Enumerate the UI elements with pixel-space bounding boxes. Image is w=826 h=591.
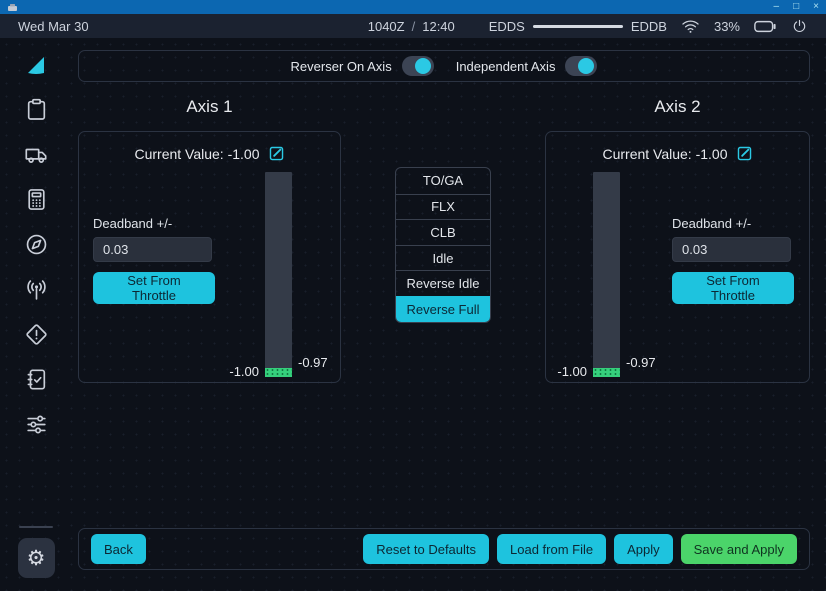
clock-separator: /: [412, 19, 416, 34]
detent-flx[interactable]: FLX: [396, 194, 490, 220]
app-icon: [7, 3, 18, 12]
sidebar-item-failures[interactable]: [18, 322, 54, 347]
axis2-current-value-label: Current Value: -1.00: [602, 146, 727, 162]
axis2-bar-high-label: -0.97: [626, 355, 656, 370]
axis1-panel: Current Value: -1.00 Deadband +/- Set Fr…: [78, 131, 341, 383]
radio-antenna-icon: [24, 277, 49, 302]
utc-time: 1040Z: [368, 19, 405, 34]
statusbar-date: Wed Mar 30: [18, 19, 89, 34]
axis2-bar-low-label: -1.00: [557, 364, 587, 379]
axis1-title: Axis 1: [78, 82, 341, 131]
maximize-button[interactable]: □: [793, 0, 799, 14]
brand-logo-icon: [24, 53, 48, 77]
apply-button[interactable]: Apply: [614, 534, 673, 564]
axis1-deadband-label: Deadband +/-: [93, 216, 215, 231]
axis1-current-value-label: Current Value: -1.00: [134, 146, 259, 162]
reverser-on-axis-toggle[interactable]: [402, 56, 434, 76]
route-destination: EDDB: [631, 19, 667, 34]
axis2-deadband-label: Deadband +/-: [672, 216, 794, 231]
axis2-title: Axis 2: [545, 82, 810, 131]
flight-route: EDDS EDDB: [489, 19, 667, 34]
axis2-value-bar: -1.00 -0.97: [593, 172, 620, 377]
axis2-current-value: -1.00: [696, 146, 728, 162]
wifi-icon: [681, 18, 700, 34]
independent-axis-group: Independent Axis: [456, 56, 598, 76]
load-from-file-button[interactable]: Load from File: [497, 534, 606, 564]
reset-to-defaults-button[interactable]: Reset to Defaults: [363, 534, 489, 564]
detent-toga[interactable]: TO/GA: [396, 168, 490, 194]
statusbar-clock: 1040Z / 12:40: [368, 19, 455, 34]
save-and-apply-button[interactable]: Save and Apply: [681, 534, 797, 564]
statusbar: Wed Mar 30 1040Z / 12:40 EDDS EDDB 33%: [0, 14, 826, 38]
gear-icon: ⚙: [27, 548, 46, 569]
axis1-bar-high-label: -0.97: [298, 355, 328, 370]
detent-list: TO/GA FLX CLB Idle Reverse Idle Reverse …: [395, 167, 491, 323]
axis1-value-bar: -1.00 -0.97: [265, 172, 292, 377]
alert-diamond-icon: [24, 322, 49, 347]
route-origin: EDDS: [489, 19, 525, 34]
close-button[interactable]: ×: [813, 0, 819, 14]
toggle-knob: [578, 58, 594, 74]
independent-axis-label: Independent Axis: [456, 59, 556, 74]
axis2-deadband-input[interactable]: [672, 237, 791, 262]
back-button[interactable]: Back: [91, 534, 146, 564]
local-time: 12:40: [422, 19, 455, 34]
axis1-deadband-zone: [265, 368, 292, 377]
fuel-truck-icon: [24, 142, 49, 167]
detent-reverse-idle[interactable]: Reverse Idle: [396, 270, 490, 296]
flight-progress-line: [533, 25, 623, 28]
reverser-on-axis-group: Reverser On Axis: [291, 56, 434, 76]
sidebar-item-settings-axes[interactable]: [18, 412, 54, 437]
edit-icon[interactable]: [736, 145, 753, 162]
detent-clb[interactable]: CLB: [396, 219, 490, 245]
settings-button[interactable]: ⚙: [18, 538, 55, 578]
battery-icon: [754, 20, 777, 33]
minimize-button[interactable]: –: [774, 0, 780, 14]
sidebar-divider: [19, 526, 53, 528]
toggle-knob: [415, 58, 431, 74]
sidebar-item-navigation[interactable]: [18, 232, 54, 257]
axis2-deadband-zone: [593, 368, 620, 377]
calculator-icon: [24, 187, 49, 212]
axis-options-bar: Reverser On Axis Independent Axis: [78, 50, 810, 82]
sidebar-item-performance[interactable]: [18, 187, 54, 212]
footer-actions-bar: Back Reset to Defaults Load from File Ap…: [78, 528, 810, 570]
window-titlebar: – □ ×: [0, 0, 826, 14]
power-icon[interactable]: [791, 18, 808, 35]
axis1-set-from-throttle-button[interactable]: Set From Throttle: [93, 272, 215, 304]
independent-axis-toggle[interactable]: [565, 56, 597, 76]
clipboard-icon: [24, 97, 49, 122]
sidebar-item-flightplan[interactable]: [18, 97, 54, 122]
battery-percent: 33%: [714, 19, 740, 34]
axis1-bar-low-label: -1.00: [229, 364, 259, 379]
edit-icon[interactable]: [268, 145, 285, 162]
axis1-deadband-input[interactable]: [93, 237, 212, 262]
sidebar-item-checklist[interactable]: [18, 367, 54, 392]
detent-reverse-full[interactable]: Reverse Full: [396, 296, 490, 322]
axis1-current-value: -1.00: [228, 146, 260, 162]
sidebar-item-ground-services[interactable]: [18, 142, 54, 167]
checklist-icon: [24, 367, 49, 392]
compass-icon: [24, 232, 49, 257]
detent-idle[interactable]: Idle: [396, 245, 490, 271]
axis2-set-from-throttle-button[interactable]: Set From Throttle: [672, 272, 794, 304]
reverser-on-axis-label: Reverser On Axis: [291, 59, 392, 74]
sidebar: ⚙: [0, 38, 72, 591]
sidebar-item-radio[interactable]: [18, 277, 54, 302]
axis2-panel: Current Value: -1.00 -1.00 -0.97 Deadban…: [545, 131, 810, 383]
sliders-icon: [24, 412, 49, 437]
